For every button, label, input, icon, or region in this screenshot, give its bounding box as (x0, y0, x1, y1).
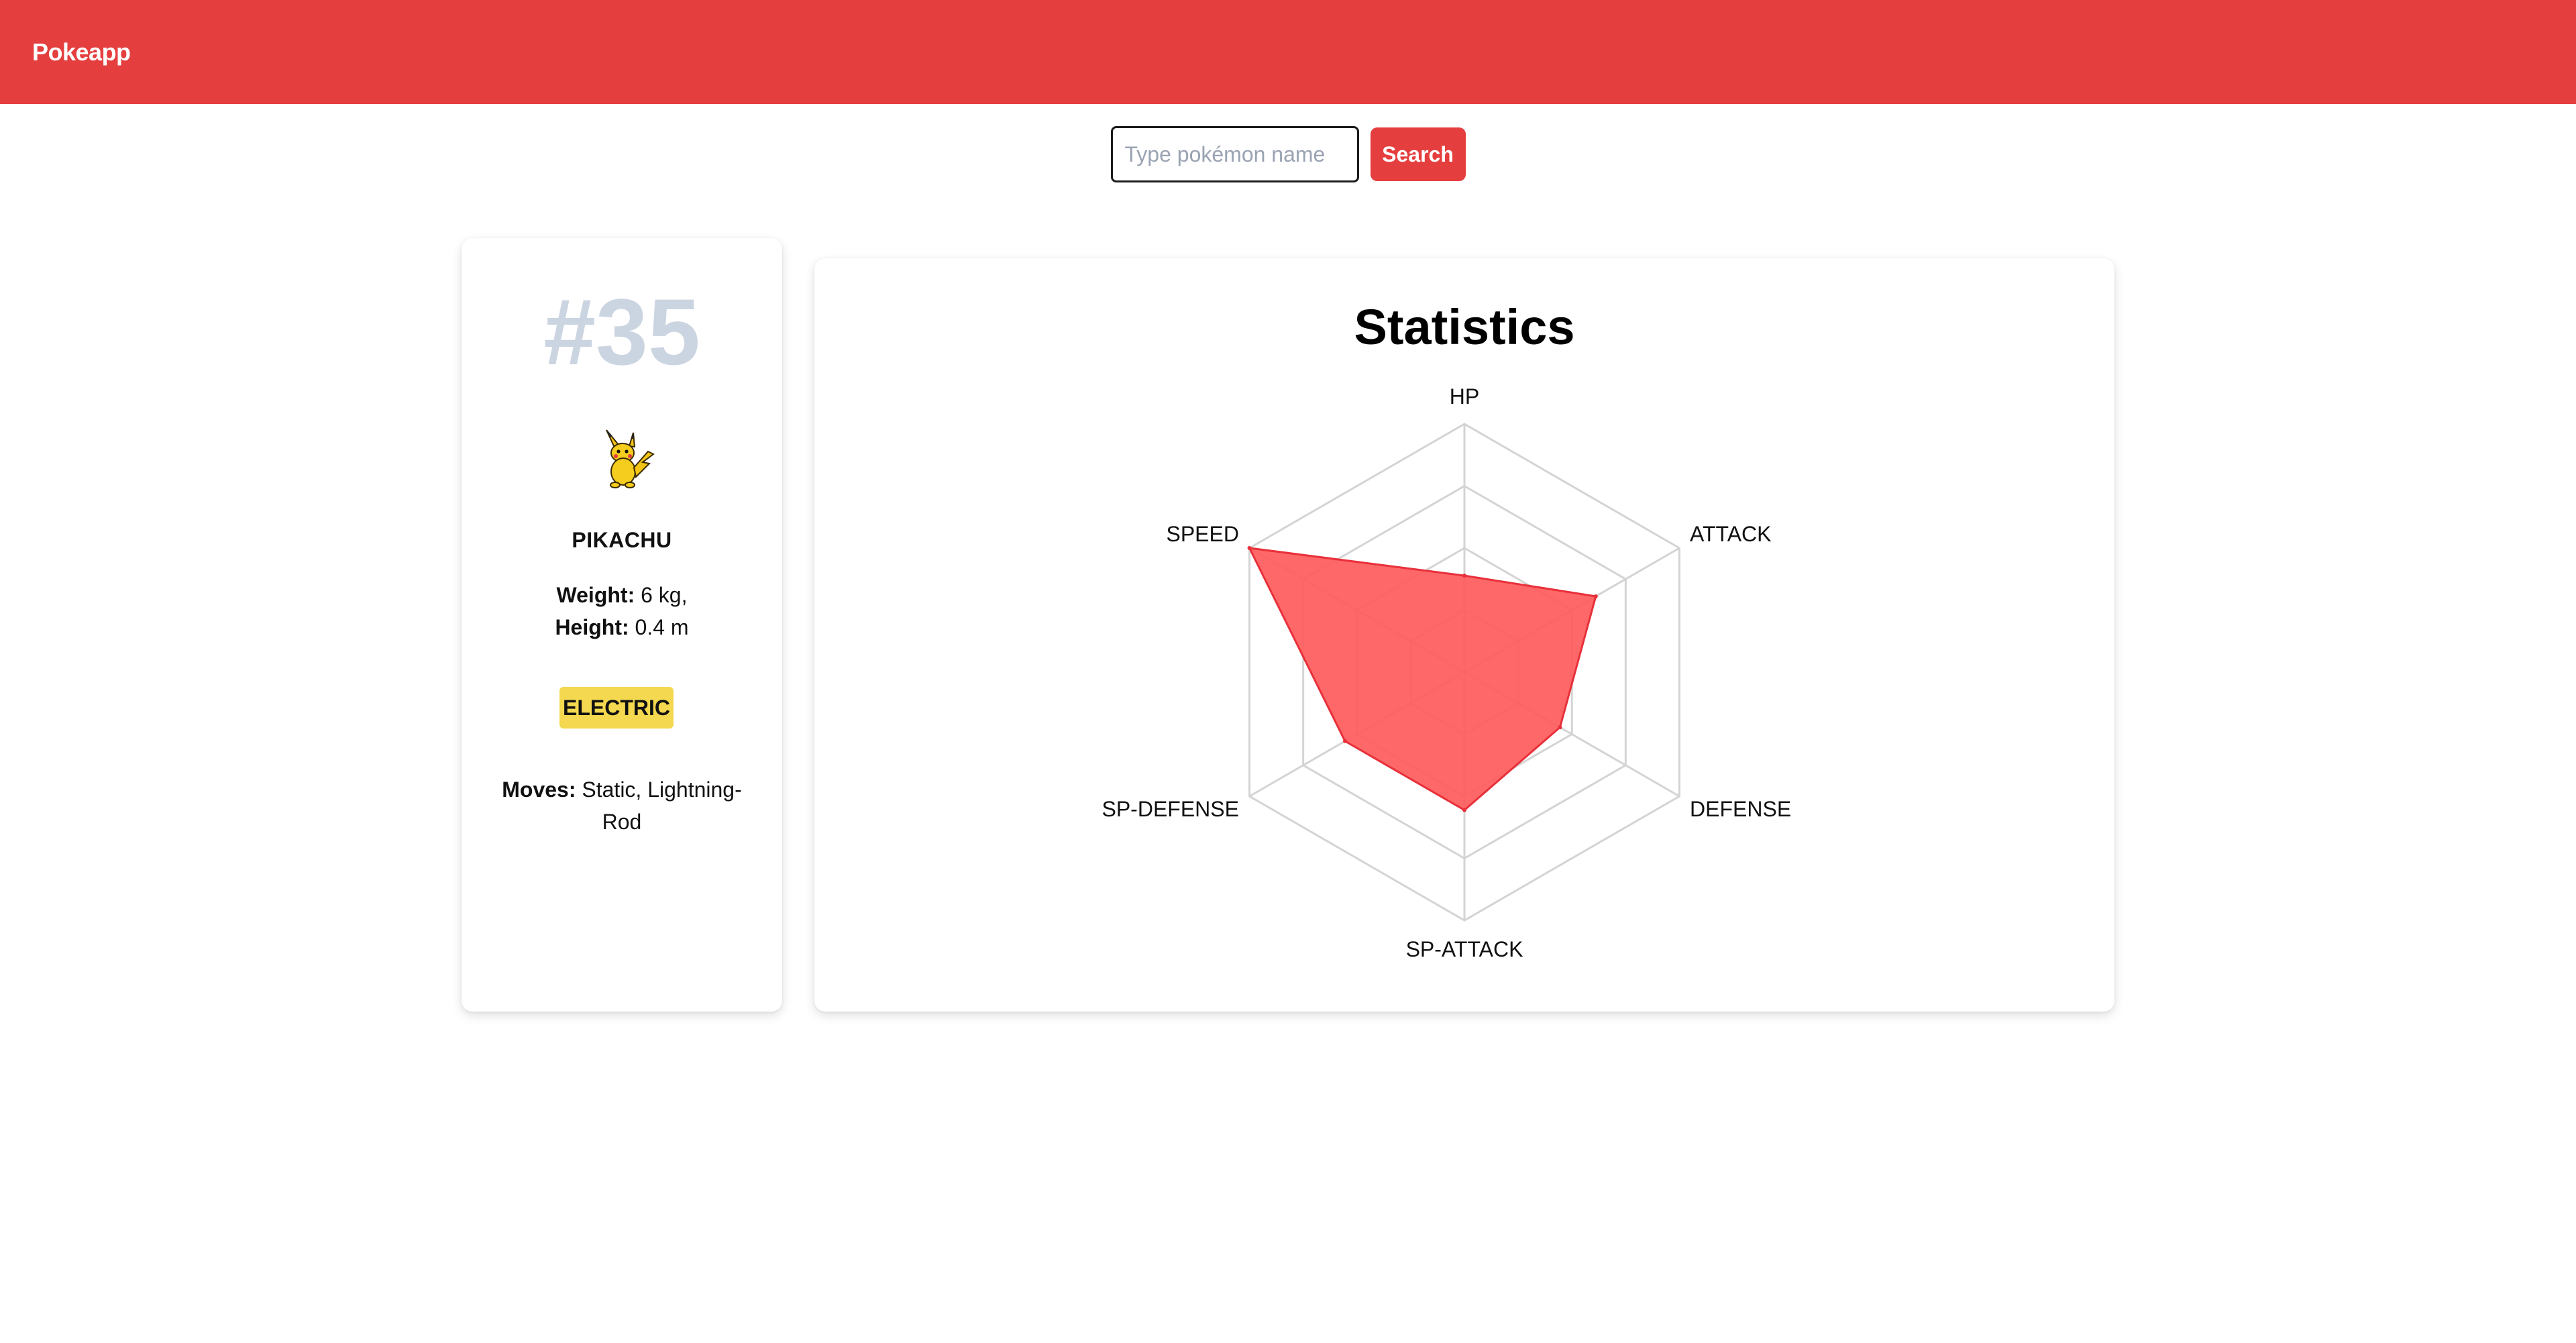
radar-point-defense (1558, 725, 1562, 730)
radar-point-sp-attack (1462, 808, 1466, 812)
weight-line: Weight: 6 kg, (462, 579, 782, 611)
app-title[interactable]: Pokeapp (32, 38, 131, 66)
axis-label-speed: SPEED (1166, 522, 1238, 546)
axis-label-sp-attack: SP-ATTACK (1406, 937, 1523, 961)
radar-point-attack (1593, 594, 1598, 598)
radar-point-hp (1462, 574, 1466, 578)
axis-label-attack: ATTACK (1690, 522, 1771, 546)
pokemon-name: PIKACHU (572, 528, 672, 552)
type-badge: ELECTRIC (559, 687, 674, 729)
moves-label: Moves: (502, 777, 576, 802)
height-value: 0.4 m (629, 615, 689, 639)
pokemon-info-card: #35 PIKACHU Weight: 6 kg, Height: 0.4 m … (462, 238, 782, 1012)
statistics-card: Statistics HP ATTACK DEFENSE SP-ATTACK SP-DE… (814, 258, 2114, 1012)
pokemon-id: #35 (543, 279, 700, 384)
pikachu-sprite-icon (606, 429, 655, 488)
stats-radar-chart: HP ATTACK DEFENSE SP-ATTACK SP-DEFENSE SPEED (1102, 384, 1791, 961)
height-line: Height: 0.4 m (462, 611, 782, 643)
axis-label-sp-defense: SP-DEFENSE (1102, 797, 1238, 821)
search-input[interactable] (1110, 126, 1359, 182)
axis-label-defense: DEFENSE (1690, 797, 1791, 821)
navbar: Pokeapp (0, 0, 2576, 104)
moves-value: Static, Lightning-Rod (576, 777, 742, 834)
search-button[interactable]: Search (1370, 127, 1466, 181)
axis-label-hp: HP (1450, 384, 1479, 409)
weight-value: 6 kg, (635, 583, 688, 607)
pokemon-moves: Moves: Static, Lightning-Rod (488, 773, 755, 838)
radar-series-area (1247, 547, 1597, 812)
search-bar: Search (0, 126, 2576, 182)
height-label: Height: (555, 615, 629, 639)
pokemon-measurements: Weight: 6 kg, Height: 0.4 m (462, 579, 782, 643)
radar-point-speed (1247, 546, 1252, 550)
radar-point-sp-defense (1342, 739, 1347, 743)
weight-label: Weight: (556, 583, 635, 607)
